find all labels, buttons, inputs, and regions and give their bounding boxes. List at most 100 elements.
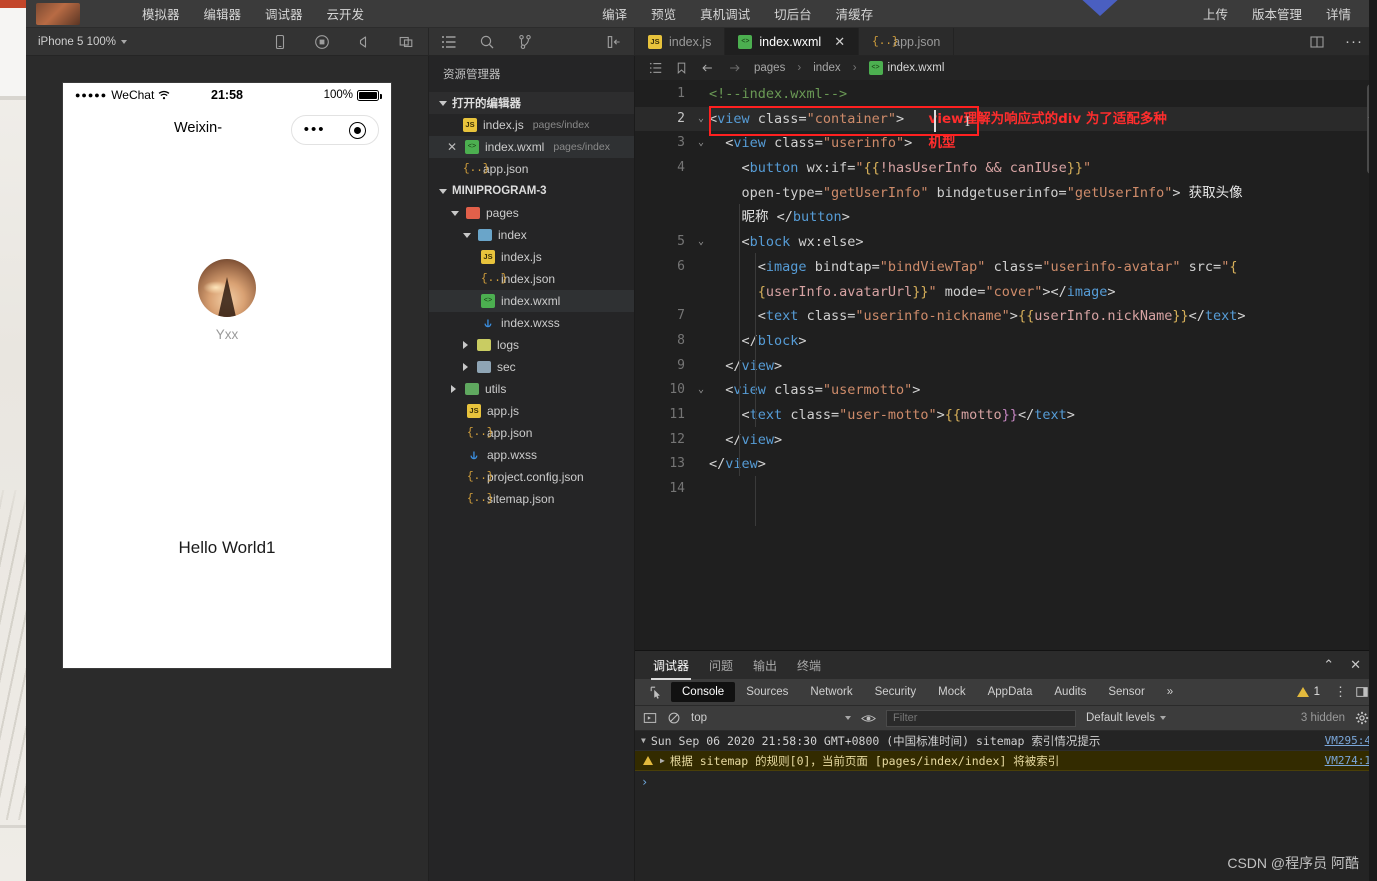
tab-app-json[interactable]: {..} app.json bbox=[859, 28, 955, 55]
tree-file-app-wxss[interactable]: ⫝ app.wxss bbox=[429, 444, 634, 466]
fold-toggle[interactable] bbox=[693, 304, 709, 329]
fold-toggle[interactable]: ⌄ bbox=[693, 131, 709, 156]
warning-count-badge[interactable]: 1 bbox=[1296, 686, 1326, 698]
fold-toggle[interactable]: ⌄ bbox=[693, 230, 709, 255]
console-context-select[interactable]: top bbox=[691, 712, 851, 724]
settings-gear-icon[interactable] bbox=[1355, 711, 1369, 725]
tree-file-app-js[interactable]: JS app.js bbox=[429, 400, 634, 422]
inspect-element-icon[interactable] bbox=[649, 685, 663, 699]
code-editor[interactable]: 1 <!--index.wxml--> 2 ⌄ <view class="con… bbox=[635, 80, 1377, 650]
devtools-tab-problems[interactable]: 问题 bbox=[699, 651, 743, 680]
console-levels-select[interactable]: Default levels bbox=[1086, 712, 1167, 724]
tree-folder-index[interactable]: index bbox=[429, 224, 634, 246]
fold-toggle[interactable] bbox=[693, 403, 709, 428]
user-avatar-thumbnail[interactable] bbox=[36, 2, 80, 25]
menu-item-simulator[interactable]: 模拟器 bbox=[130, 0, 192, 27]
tree-folder-sec[interactable]: sec bbox=[429, 356, 634, 378]
fold-toggle[interactable] bbox=[693, 452, 709, 477]
tree-file-project-config-json[interactable]: {..} project.config.json bbox=[429, 466, 634, 488]
fold-toggle[interactable]: ⌄ bbox=[693, 107, 709, 132]
subtab-appdata[interactable]: AppData bbox=[977, 682, 1044, 702]
open-editors-section-header[interactable]: 打开的编辑器 bbox=[429, 92, 634, 114]
outline-icon[interactable] bbox=[649, 61, 663, 75]
record-icon[interactable] bbox=[314, 34, 330, 50]
collapse-panel-icon[interactable] bbox=[606, 34, 622, 50]
menu-item-clear-cache[interactable]: 清缓存 bbox=[824, 0, 886, 27]
search-icon[interactable] bbox=[479, 34, 495, 50]
breadcrumb-file[interactable]: index.wxml bbox=[868, 61, 944, 75]
open-editor-app-json[interactable]: {..} app.json bbox=[429, 158, 634, 180]
close-icon[interactable]: ✕ bbox=[834, 35, 845, 48]
menu-item-version-control[interactable]: 版本管理 bbox=[1240, 0, 1314, 27]
menu-item-real-device-debug[interactable]: 真机调试 bbox=[688, 0, 762, 27]
subtab-sources[interactable]: Sources bbox=[735, 682, 799, 702]
wechat-capsule-button[interactable]: ••• bbox=[291, 115, 379, 145]
subtab-audits[interactable]: Audits bbox=[1043, 682, 1097, 702]
log-source-link[interactable]: VM274:1 bbox=[1317, 754, 1371, 767]
console-log-row[interactable]: ▼ Sun Sep 06 2020 21:58:30 GMT+0800 (中国标… bbox=[635, 731, 1377, 751]
collapse-icon[interactable]: ⌃ bbox=[1315, 657, 1342, 673]
source-control-icon[interactable] bbox=[517, 34, 533, 50]
tree-file-index-json[interactable]: {..} index.json bbox=[429, 268, 634, 290]
avatar[interactable] bbox=[198, 259, 256, 317]
devtools-tab-debugger[interactable]: 调试器 bbox=[643, 651, 699, 680]
log-source-link[interactable]: VM295:4 bbox=[1317, 734, 1371, 747]
file-list-icon[interactable] bbox=[441, 34, 457, 50]
target-icon[interactable] bbox=[349, 121, 367, 139]
subtab-mock[interactable]: Mock bbox=[927, 682, 976, 702]
menu-item-details[interactable]: 详情 bbox=[1314, 0, 1363, 27]
fold-toggle[interactable] bbox=[693, 329, 709, 354]
expand-arrow-icon[interactable]: ▼ bbox=[641, 736, 651, 745]
fold-toggle[interactable] bbox=[693, 477, 709, 502]
live-expression-icon[interactable] bbox=[861, 712, 876, 725]
close-icon[interactable]: ✕ bbox=[445, 140, 459, 154]
fold-toggle[interactable]: ⌄ bbox=[693, 378, 709, 403]
multi-window-icon[interactable] bbox=[398, 34, 414, 50]
tree-folder-pages[interactable]: pages bbox=[429, 202, 634, 224]
subtab-console[interactable]: Console bbox=[671, 682, 736, 702]
fold-toggle[interactable] bbox=[693, 156, 709, 181]
tree-folder-logs[interactable]: logs bbox=[429, 334, 634, 356]
device-select[interactable]: iPhone 5 100% bbox=[38, 36, 128, 48]
console-filter-input[interactable] bbox=[886, 709, 1076, 727]
fold-toggle[interactable] bbox=[693, 255, 709, 280]
tree-folder-utils[interactable]: utils bbox=[429, 378, 634, 400]
execute-icon[interactable] bbox=[643, 711, 657, 725]
dock-side-icon[interactable] bbox=[1355, 685, 1369, 699]
split-editor-icon[interactable] bbox=[1309, 34, 1325, 50]
devtools-tab-output[interactable]: 输出 bbox=[743, 651, 787, 680]
tree-file-app-json[interactable]: {..} app.json bbox=[429, 422, 634, 444]
more-options-icon[interactable]: ⋮ bbox=[1326, 684, 1355, 700]
menu-item-cloud[interactable]: 云开发 bbox=[315, 0, 377, 27]
fold-toggle[interactable] bbox=[693, 428, 709, 453]
fold-toggle[interactable] bbox=[693, 354, 709, 379]
open-editor-index-wxml[interactable]: ✕ index.wxml pages/index bbox=[429, 136, 634, 158]
menu-item-background[interactable]: 切后台 bbox=[762, 0, 824, 27]
subtab-network[interactable]: Network bbox=[799, 682, 863, 702]
breadcrumb-index[interactable]: index bbox=[813, 62, 841, 74]
devtools-tab-terminal[interactable]: 终端 bbox=[787, 651, 831, 680]
menu-item-upload[interactable]: 上传 bbox=[1191, 0, 1240, 27]
phone-icon[interactable] bbox=[272, 34, 288, 50]
tab-index-js[interactable]: JS index.js bbox=[635, 28, 726, 55]
bookmark-icon[interactable] bbox=[675, 61, 688, 75]
menu-item-preview[interactable]: 预览 bbox=[639, 0, 688, 27]
tree-file-index-wxml[interactable]: index.wxml bbox=[429, 290, 634, 312]
breadcrumb-pages[interactable]: pages bbox=[754, 62, 785, 74]
back-arrow-icon[interactable] bbox=[700, 61, 715, 75]
project-section-header[interactable]: MINIPROGRAM-3 bbox=[429, 180, 634, 202]
tree-file-index-js[interactable]: JS index.js bbox=[429, 246, 634, 268]
tree-file-sitemap-json[interactable]: {..} sitemap.json bbox=[429, 488, 634, 510]
subtab-more[interactable]: » bbox=[1156, 682, 1184, 702]
close-icon[interactable]: ✕ bbox=[1342, 657, 1369, 673]
fold-toggle[interactable] bbox=[693, 82, 709, 107]
subtab-security[interactable]: Security bbox=[864, 682, 928, 702]
menu-item-editor[interactable]: 编辑器 bbox=[192, 0, 254, 27]
phone-simulator[interactable]: ●●●●● WeChat 21:58 100% Weixin- ••• Yxx … bbox=[62, 82, 392, 669]
menu-item-compile[interactable]: 编译 bbox=[590, 0, 639, 27]
expand-arrow-icon[interactable]: ▶ bbox=[660, 756, 670, 765]
clear-console-icon[interactable] bbox=[667, 711, 681, 725]
menu-item-debugger[interactable]: 调试器 bbox=[253, 0, 315, 27]
console-log-row[interactable]: ▶ 根据 sitemap 的规则[0]，当前页面 [pages/index/in… bbox=[635, 751, 1377, 771]
forward-arrow-icon[interactable] bbox=[727, 61, 742, 75]
